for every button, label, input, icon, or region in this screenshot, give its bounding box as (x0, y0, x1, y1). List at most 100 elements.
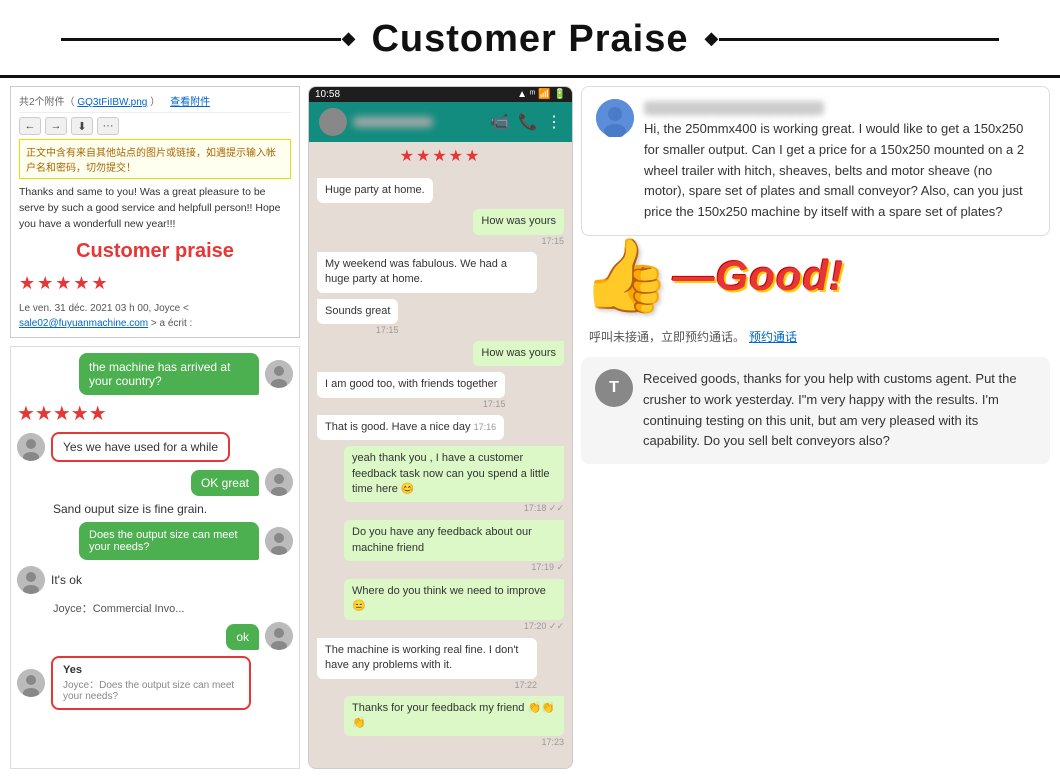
wa-bubble-3: My weekend was fabulous. We had a huge p… (317, 252, 537, 293)
avatar-right (265, 360, 293, 388)
wa-msg-4: Sounds great 17:15 (317, 299, 398, 335)
wa-time-4: 17:15 (376, 325, 399, 335)
email-block: 共2个附件（ GQ3tFiIBW.png ） 查看附件 ← → ⬇ ··· 正文… (10, 86, 300, 338)
wa-video-icon[interactable]: 📹 (490, 112, 510, 132)
yes-bubble: Yes Joyce：Does the output size can meet … (51, 656, 251, 710)
its-ok-text: It's ok (51, 573, 82, 587)
wa-msg-7: That is good. Have a nice day 17:16 (317, 415, 504, 440)
wa-contact-name (353, 117, 433, 127)
back-button[interactable]: ← (19, 117, 41, 135)
wa-msg-5: How was yours (473, 341, 564, 366)
chat-left-block: the machine has arrived at your country?… (10, 346, 300, 769)
question2-row: Does the output size can meet your needs… (17, 522, 293, 560)
wa-msg-9: Do you have any feedback about our machi… (344, 520, 564, 573)
wa-chat-area: Huge party at home. How was yours 17:15 … (309, 170, 572, 768)
wa-bubble-4: Sounds great (317, 299, 398, 324)
wa-msg-12: Thanks for your feedback my friend 👏👏👏 1… (344, 696, 564, 748)
download-button[interactable]: ⬇ (71, 117, 93, 135)
ok-bubble: ok (226, 624, 259, 650)
email-nav-buttons: ← → ⬇ ··· (19, 117, 291, 135)
email-body: Thanks and same to you! Was a great plea… (19, 185, 291, 331)
wa-call-icon[interactable]: 📞 (518, 112, 538, 132)
ok-great-row: OK great (17, 468, 293, 496)
chinese-link[interactable]: 预约通话 (749, 328, 797, 345)
wa-menu-icon[interactable]: ⋮ (546, 112, 562, 132)
left-panel: 共2个附件（ GQ3tFiIBW.png ） 查看附件 ← → ⬇ ··· 正文… (10, 86, 300, 769)
wa-msg-6: I am good too, with friends together 17:… (317, 372, 505, 408)
good-label: —Good! (673, 252, 845, 300)
more-button[interactable]: ··· (97, 117, 119, 135)
wa-stars: ★★★★★ (309, 142, 572, 170)
right-panel: ████████████████ Hi, the 250mmx400 is wo… (581, 86, 1050, 769)
ok-bubble-row: ok (17, 622, 293, 650)
header-line-right (719, 38, 999, 41)
header-line-left (61, 38, 341, 41)
wa-time-2: 17:15 (541, 236, 564, 246)
main-chat-text: Hi, the 250mmx400 is working great. I wo… (644, 119, 1035, 223)
file-row: Joyce：Commercial Invo... (17, 600, 293, 616)
wa-bubble-8: yeah thank you , I have a customer feedb… (344, 446, 564, 502)
chinese-call-text: 呼叫未接通，立即预约通话。 (589, 328, 745, 345)
yes-bubble-row: Yes Joyce：Does the output size can meet … (17, 656, 293, 710)
wa-bubble-9: Do you have any feedback about our machi… (344, 520, 564, 561)
wa-bubble-6: I am good too, with friends together (317, 372, 505, 397)
its-ok-row: It's ok (17, 566, 293, 594)
avatar-right4 (265, 622, 293, 650)
page-header: Customer Praise (0, 0, 1060, 78)
ok-great-bubble: OK great (191, 470, 259, 496)
wa-time-11: 17:22 (514, 680, 537, 690)
received-goods-block: T Received goods, thanks for you help wi… (581, 357, 1050, 464)
page-title: Customer Praise (371, 18, 688, 61)
stars-rating: ★★★★★ (19, 270, 291, 297)
wa-msg-3: My weekend was fabulous. We had a huge p… (317, 252, 537, 293)
wa-msg-2: How was yours 17:15 (473, 209, 564, 245)
attachment-info: 共2个附件（ GQ3tFiIBW.png ） (19, 93, 160, 108)
wa-time-8: 17:18 ✓✓ (524, 503, 564, 514)
chat-question-row: the machine has arrived at your country? (17, 353, 293, 395)
email-from: Le ven. 31 déc. 2021 03 h 00, Joyce < sa… (19, 301, 291, 331)
forward-button[interactable]: → (45, 117, 67, 135)
main-content: 共2个附件（ GQ3tFiIBW.png ） 查看附件 ← → ⬇ ··· 正文… (0, 78, 1060, 777)
whatsapp-panel: 10:58 ▲ ᵐ 📶 🔋 📹 📞 ⋮ ★★★★★ Huge party at … (308, 86, 573, 769)
avatar-left3 (17, 669, 45, 697)
wa-bubble-7: That is good. Have a nice day 17:16 (317, 415, 504, 440)
avatar-left (17, 433, 45, 461)
thumbs-up-icon: 👍 (581, 240, 671, 312)
wa-bubble-2: How was yours (473, 209, 564, 234)
wa-msg-10: Where do you think we need to improve 😑 … (344, 579, 564, 632)
email-address[interactable]: sale02@fuyuanmachine.com (19, 318, 148, 329)
chinese-text-row: 呼叫未接通，立即预约通话。 预约通话 (581, 324, 1050, 349)
wa-header: 📹 📞 ⋮ (309, 102, 572, 142)
wa-bubble-5: How was yours (473, 341, 564, 366)
blurred-name: ████████████████ (644, 101, 824, 115)
answer-used-bubble: Yes we have used for a while (51, 432, 230, 462)
wa-time-bar: 10:58 ▲ ᵐ 📶 🔋 (309, 87, 572, 102)
wa-avatar (319, 108, 347, 136)
answer-used-row: Yes we have used for a while (17, 432, 293, 462)
main-chat-content: ████████████████ Hi, the 250mmx400 is wo… (644, 99, 1035, 223)
wa-time-6: 17:15 (483, 399, 506, 409)
file-text: Joyce：Commercial Invo... (53, 600, 184, 616)
wa-action-icons: 📹 📞 ⋮ (490, 112, 562, 132)
chat-avatar (596, 99, 634, 137)
sub-text: Joyce：Does the output size can meet your… (63, 676, 239, 702)
avatar-right2 (265, 468, 293, 496)
customer-praise-label: Customer praise (19, 236, 291, 266)
question2-bubble: Does the output size can meet your needs… (79, 522, 259, 560)
wa-time-10: 17:20 ✓✓ (524, 621, 564, 632)
received-text: Received goods, thanks for you help with… (643, 369, 1036, 452)
wa-bubble-11: The machine is working real fine. I don'… (317, 638, 537, 679)
chat-stars: ★★★★★ (17, 401, 293, 426)
email-warning: 正文中含有来自其他站点的图片或链接，如遇提示输入帐户名和密码，切勿提交！ (19, 139, 291, 179)
wa-time-9: 17:19 ✓ (531, 562, 564, 573)
wa-msg-1: Huge party at home. (317, 178, 433, 203)
wa-time: 10:58 (315, 89, 340, 100)
wa-bubble-10: Where do you think we need to improve 😑 (344, 579, 564, 620)
wa-status-icons: ▲ ᵐ 📶 🔋 (517, 89, 566, 100)
view-attachments-link[interactable]: 查看附件 (170, 93, 210, 108)
question-bubble: the machine has arrived at your country? (79, 353, 259, 395)
wa-msg-8: yeah thank you , I have a customer feedb… (344, 446, 564, 514)
wa-msg-11: The machine is working real fine. I don'… (317, 638, 537, 690)
t-avatar: T (595, 369, 633, 407)
wa-bubble-1: Huge party at home. (317, 178, 433, 203)
